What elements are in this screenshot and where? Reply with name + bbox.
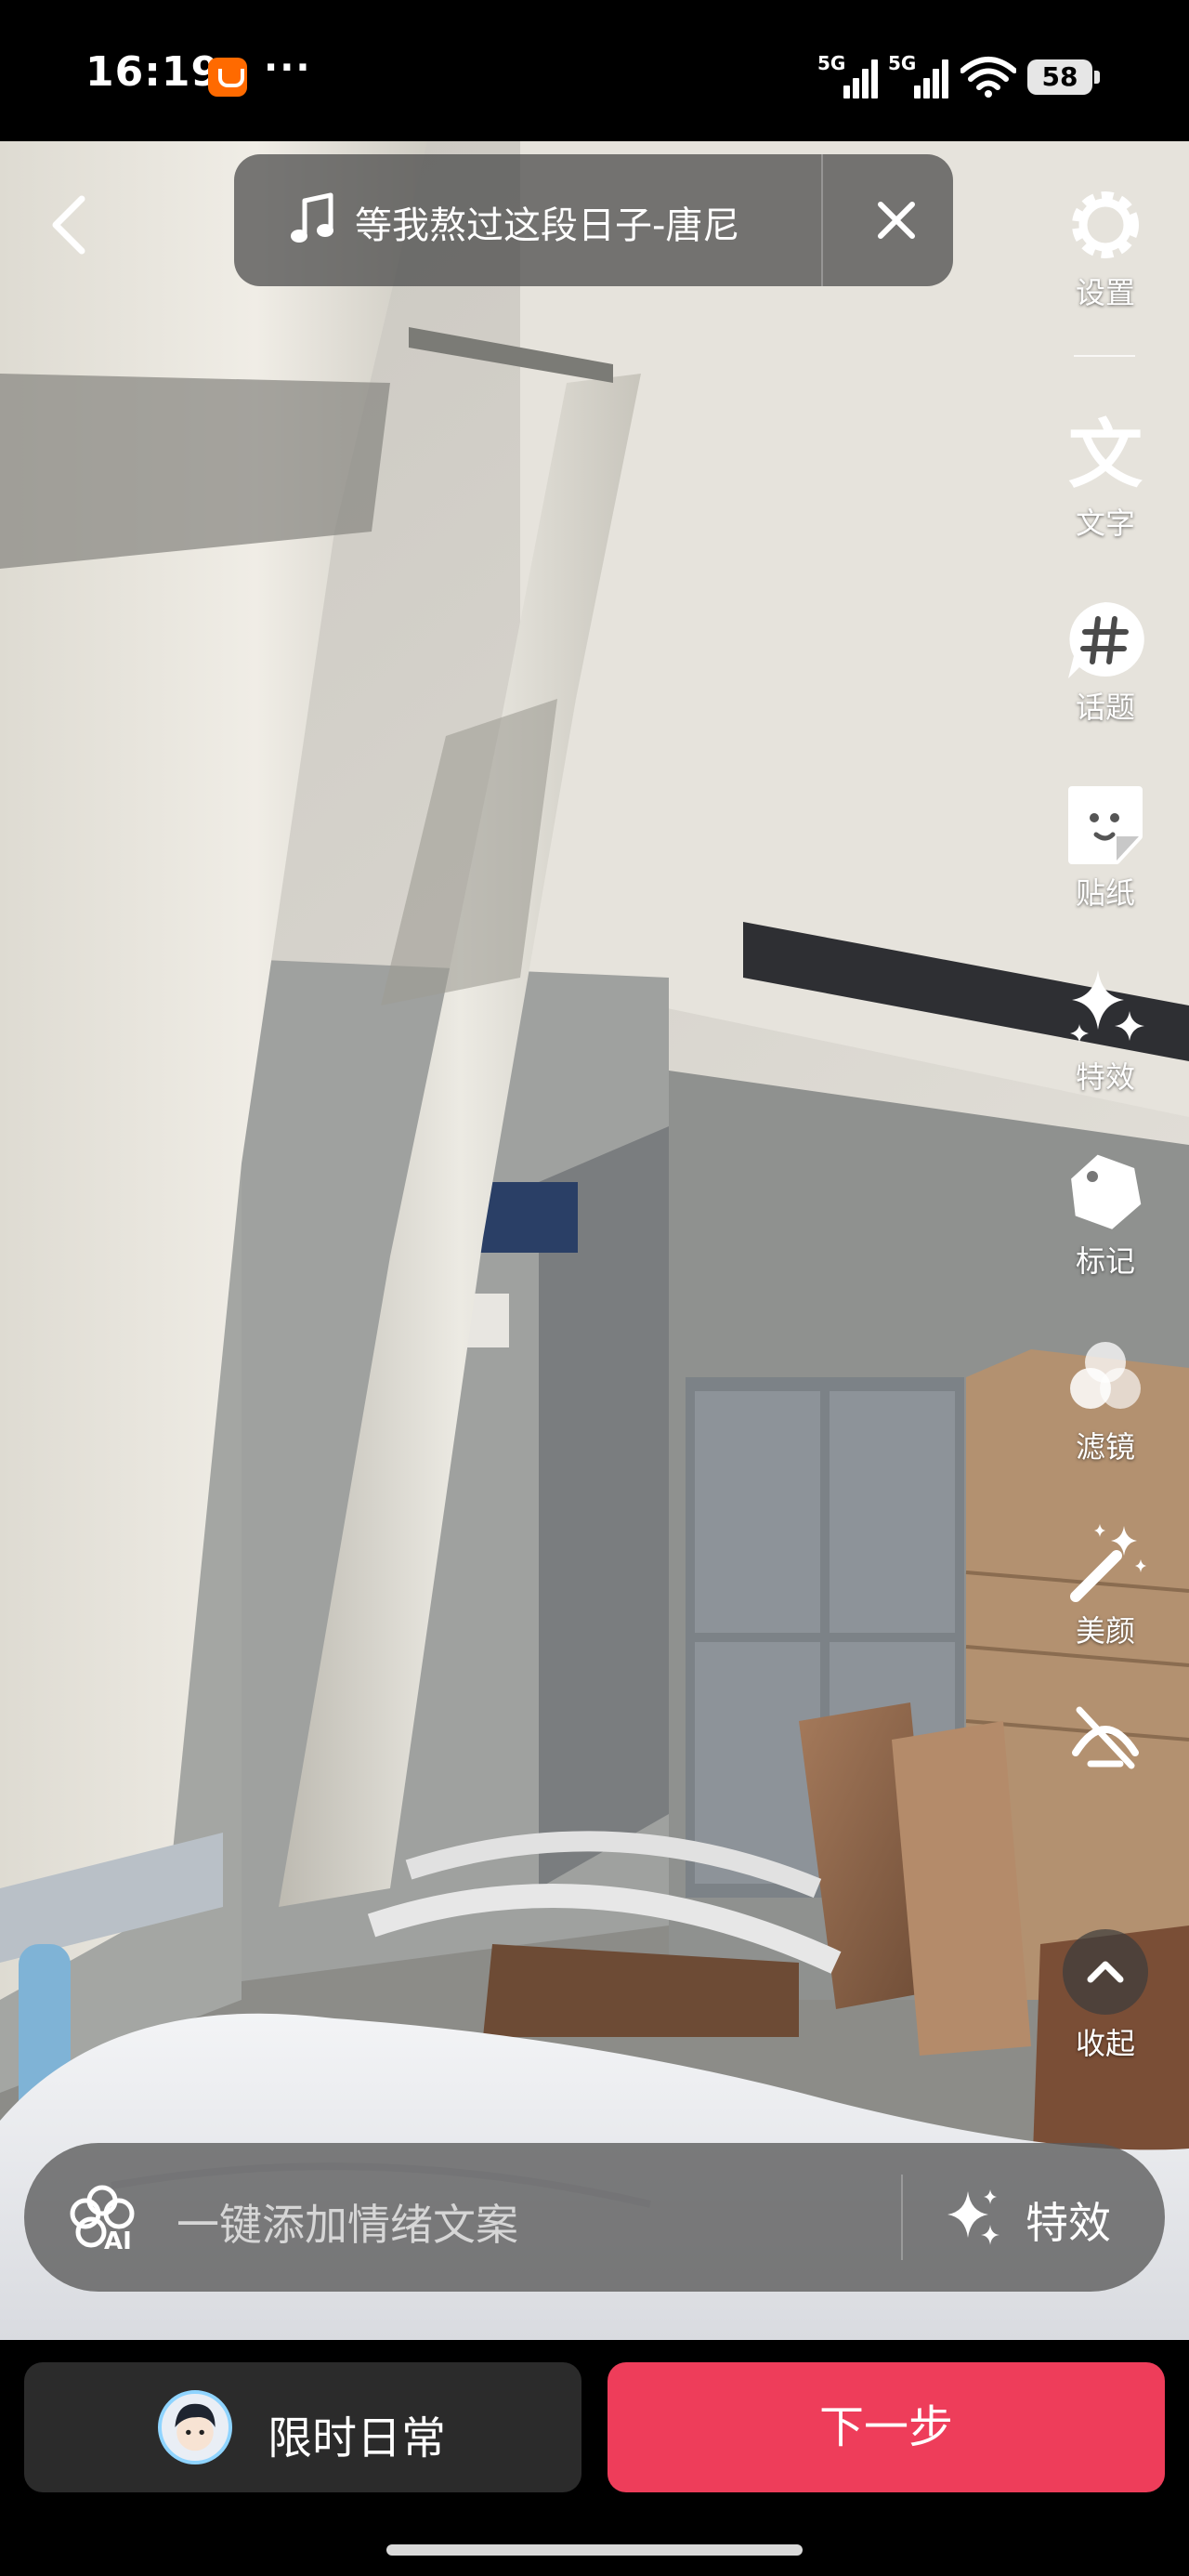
tool-rail-divider [1074,355,1135,357]
sticker-icon [1068,786,1143,864]
tool-label: 收起 [1075,2026,1135,2061]
status-time: 16:19 [85,48,221,96]
taobao-app-icon [208,58,247,97]
tool-beauty[interactable]: 美颜 [1059,1518,1152,1650]
ai-flower-icon: AI [70,2185,135,2255]
limited-daily-button[interactable]: 限时日常 [24,2362,581,2492]
light-off-icon[interactable] [1066,1697,1144,1775]
back-chevron-icon[interactable] [41,188,97,262]
divider [901,2175,903,2260]
tool-label: 贴纸 [1075,875,1135,911]
magic-wand-icon [1070,1524,1146,1602]
tool-tag[interactable]: 标记 [1059,1149,1152,1281]
tool-topic[interactable]: 话题 [1059,595,1152,727]
collapse-button[interactable] [1063,1929,1148,2015]
next-step-button[interactable]: 下一步 [608,2362,1165,2492]
battery-indicator: 58 [1027,59,1100,95]
tool-collapse[interactable]: 收起 [1059,2020,1152,2063]
gear-icon [1072,191,1139,258]
tool-label: 美颜 [1075,1613,1135,1649]
status-bar: 16:19 ··· 5G 5G 58 [0,0,1189,141]
emotion-caption-bar[interactable]: AI 一键添加情绪文案 特效 [24,2143,1165,2292]
sparkle-icon [947,2189,1000,2245]
hashtag-icon [1068,602,1144,678]
tool-label: 标记 [1075,1243,1135,1279]
ai-text: AI [104,2228,132,2255]
tool-settings[interactable]: 设置 [1059,180,1152,312]
limited-daily-label: 限时日常 [268,2412,447,2464]
filter-icon [1070,1342,1141,1409]
tool-label: 话题 [1075,690,1135,725]
hospital-room-photo [0,141,1189,2340]
signal-type-label: 5G [888,52,917,74]
close-icon[interactable] [866,190,927,251]
more-notifications-icon: ··· [264,46,312,89]
tool-filter[interactable]: 滤镜 [1059,1334,1152,1466]
wifi-icon [960,57,1016,98]
chevron-up-icon [1087,1961,1124,1983]
text-icon: 文 [1068,412,1143,498]
tag-icon [1071,1154,1142,1229]
tool-effects[interactable]: 特效 [1059,965,1152,1097]
cellular-signal-icon: 5G [888,52,949,99]
music-title: 等我熬过这段日子-唐尼 [355,204,740,247]
camera-preview[interactable]: 等我熬过这段日子-唐尼 设置 文 文字 话题 贴纸 特效 标记 滤镜 美颜 收起… [0,141,1189,2340]
bottom-action-bar: 限时日常 下一步 [0,2340,1189,2576]
tool-label: 设置 [1075,275,1135,310]
tool-label: 文字 [1075,506,1135,541]
tool-text[interactable]: 文 文字 [1059,411,1152,543]
selected-music-pill[interactable]: 等我熬过这段日子-唐尼 [234,154,953,286]
tool-label: 特效 [1075,1059,1135,1095]
tool-sticker[interactable]: 贴纸 [1059,781,1152,913]
music-note-icon [291,192,333,243]
sparkle-icon [1070,970,1144,1043]
signal-type-label: 5G [817,52,846,74]
divider [821,154,823,286]
tool-label: 滤镜 [1075,1429,1135,1465]
caption-placeholder[interactable]: 一键添加情绪文案 [176,2191,518,2253]
camera-editor-screen: 16:19 ··· 5G 5G 58 等我熬过这段日子-唐尼 设置 文 文字 话… [0,0,1189,2576]
cellular-signal-icon: 5G [817,52,879,99]
home-indicator[interactable] [386,2544,803,2556]
effects-label[interactable]: 特效 [1026,2189,1111,2251]
avatar [158,2390,232,2464]
